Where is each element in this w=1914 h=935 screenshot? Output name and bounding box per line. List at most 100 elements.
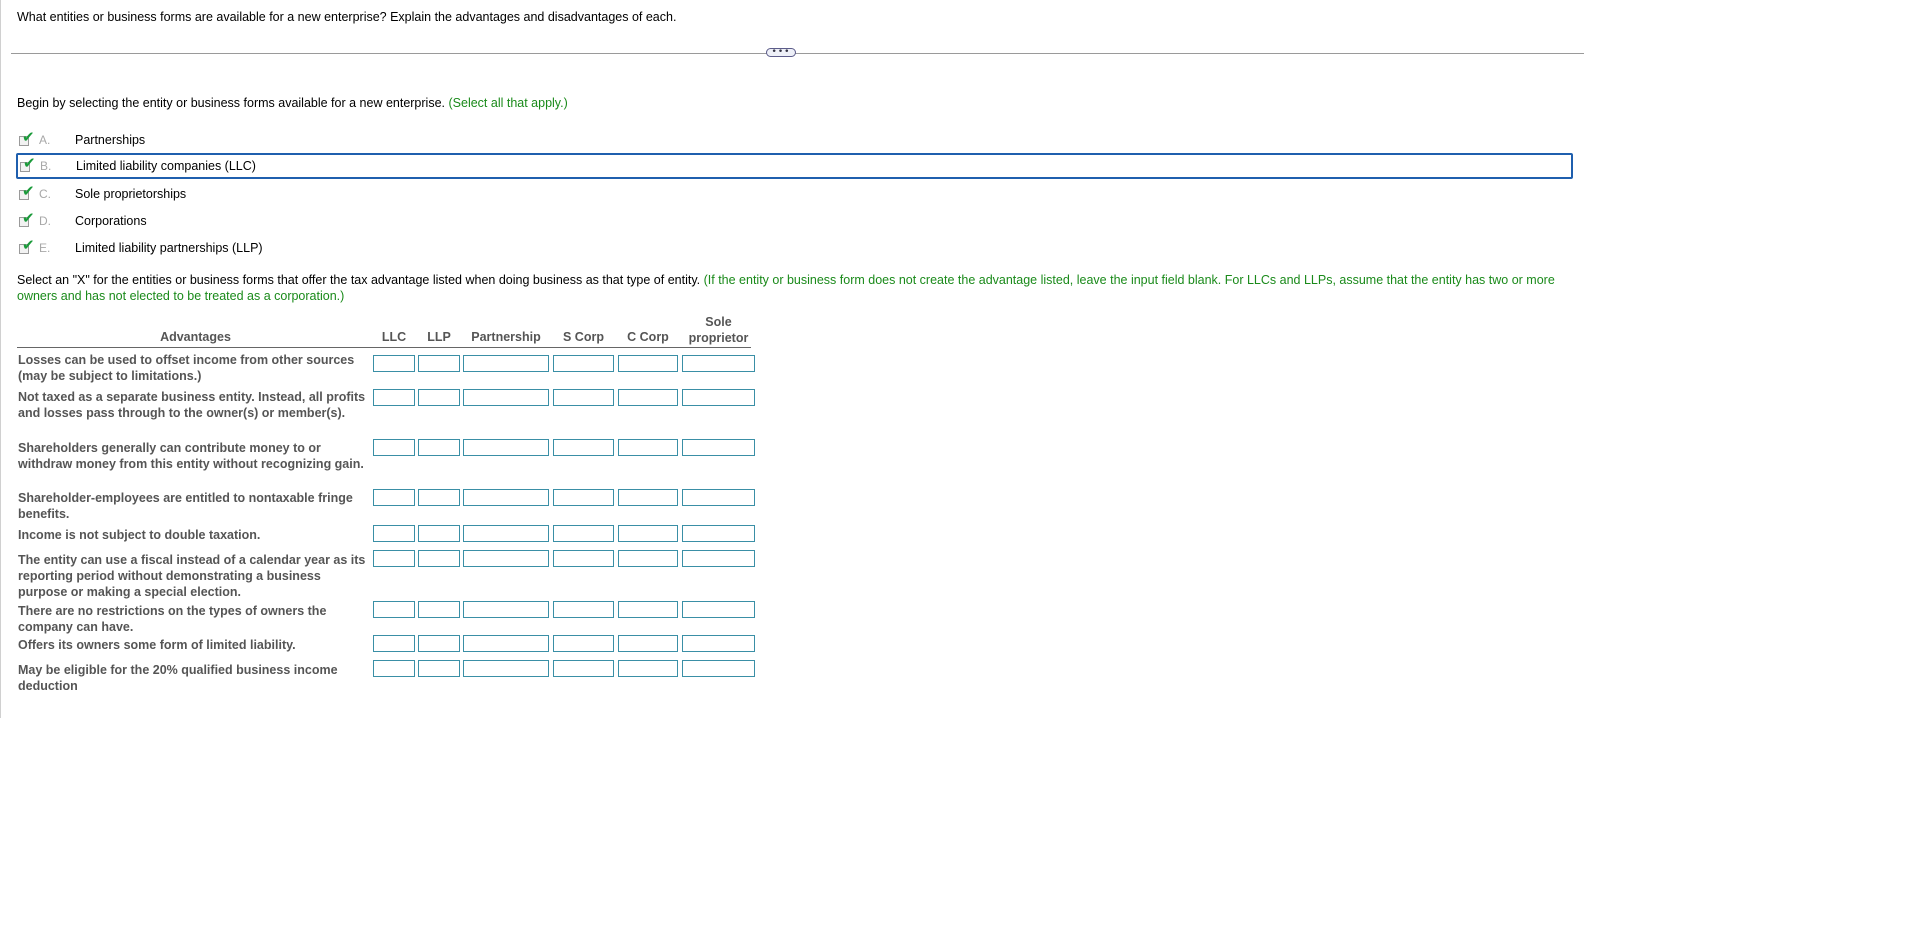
choice-label: Sole proprietorships [75, 187, 187, 201]
checkbox[interactable]: ✔ [19, 183, 35, 201]
choice-letter: B. [40, 159, 52, 173]
checkbox[interactable]: ✔ [19, 129, 35, 147]
checkmark-icon: ✔ [22, 235, 35, 254]
input-cell-s-corp[interactable] [553, 439, 614, 456]
pane-divider [11, 53, 1584, 54]
input-cell-sole-proprietor[interactable] [682, 489, 755, 506]
input-cell-c-corp[interactable] [618, 635, 678, 652]
input-cell-llc[interactable] [373, 389, 415, 406]
header-advantages: Advantages [160, 330, 231, 344]
advantage-label: There are no restrictions on the types o… [18, 604, 327, 634]
input-cell-partnership[interactable] [463, 389, 549, 406]
input-cell-llc[interactable] [373, 550, 415, 567]
instruction-select-entities: Begin by selecting the entity or busines… [17, 96, 568, 110]
advantage-label: Shareholders generally can contribute mo… [18, 441, 364, 471]
input-cell-llc[interactable] [373, 355, 415, 372]
input-cell-llc[interactable] [373, 601, 415, 618]
input-cell-llp[interactable] [418, 525, 460, 542]
input-cell-s-corp[interactable] [553, 355, 614, 372]
input-cell-s-corp[interactable] [553, 601, 614, 618]
input-cell-partnership[interactable] [463, 439, 549, 456]
column-header-s-corp: S Corp [563, 330, 604, 344]
input-cell-llp[interactable] [418, 635, 460, 652]
advantage-label: The entity can use a fiscal instead of a… [18, 553, 366, 599]
input-cell-c-corp[interactable] [618, 525, 678, 542]
column-header-llp: LLP [427, 330, 451, 344]
advantage-label: Losses can be used to offset income from… [18, 353, 355, 383]
input-cell-llp[interactable] [418, 489, 460, 506]
choice-e[interactable]: ✔ E. Limited liability partnerships (LLP) [17, 236, 1571, 260]
choice-a[interactable]: ✔ A. Partnerships [17, 128, 1571, 152]
input-cell-sole-proprietor[interactable] [682, 601, 755, 618]
input-cell-s-corp[interactable] [553, 635, 614, 652]
input-cell-sole-proprietor[interactable] [682, 550, 755, 567]
choice-b[interactable]: ✔ B. Limited liability companies (LLC) [16, 153, 1573, 179]
choice-letter: A. [39, 133, 51, 147]
choice-d[interactable]: ✔ D. Corporations [17, 209, 1571, 233]
input-cell-sole-proprietor[interactable] [682, 439, 755, 456]
choice-label: Corporations [75, 214, 147, 228]
input-cell-llp[interactable] [418, 389, 460, 406]
advantage-label: Shareholder-employees are entitled to no… [18, 491, 353, 521]
checkbox[interactable]: ✔ [19, 237, 35, 255]
divider-handle[interactable]: ••• [766, 48, 796, 57]
input-cell-c-corp[interactable] [618, 355, 678, 372]
header-rule [17, 347, 751, 348]
input-cell-partnership[interactable] [463, 550, 549, 567]
advantage-label: Offers its owners some form of limited l… [18, 638, 296, 652]
input-cell-llp[interactable] [418, 601, 460, 618]
choice-letter: D. [39, 214, 51, 228]
advantage-label: May be eligible for the 20% qualified bu… [18, 663, 338, 693]
checkbox[interactable]: ✔ [20, 155, 36, 173]
input-cell-c-corp[interactable] [618, 601, 678, 618]
input-cell-llc[interactable] [373, 489, 415, 506]
input-cell-s-corp[interactable] [553, 489, 614, 506]
input-cell-llp[interactable] [418, 550, 460, 567]
input-cell-sole-proprietor[interactable] [682, 635, 755, 652]
column-header-sole-proprietor: Sole proprietor [688, 315, 749, 345]
input-cell-partnership[interactable] [463, 525, 549, 542]
input-cell-c-corp[interactable] [618, 660, 678, 677]
input-cell-sole-proprietor[interactable] [682, 660, 755, 677]
instruction-tax-advantages: Select an "X" for the entities or busine… [17, 272, 1557, 304]
input-cell-c-corp[interactable] [618, 439, 678, 456]
input-cell-partnership[interactable] [463, 635, 549, 652]
input-cell-llc[interactable] [373, 525, 415, 542]
checkmark-icon: ✔ [22, 127, 35, 146]
input-cell-partnership[interactable] [463, 355, 549, 372]
choice-label: Limited liability companies (LLC) [76, 159, 256, 173]
input-cell-c-corp[interactable] [618, 550, 678, 567]
input-cell-llc[interactable] [373, 439, 415, 456]
input-cell-sole-proprietor[interactable] [682, 525, 755, 542]
choice-c[interactable]: ✔ C. Sole proprietorships [17, 182, 1571, 206]
input-cell-sole-proprietor[interactable] [682, 389, 755, 406]
input-cell-s-corp[interactable] [553, 525, 614, 542]
column-header-partnership: Partnership [471, 330, 541, 344]
choice-letter: C. [39, 187, 51, 201]
input-cell-s-corp[interactable] [553, 550, 614, 567]
advantage-label: Income is not subject to double taxation… [18, 528, 261, 542]
instruction-hint: (Select all that apply.) [448, 96, 568, 110]
checkmark-icon: ✔ [23, 153, 36, 172]
input-cell-llc[interactable] [373, 635, 415, 652]
column-header-llc: LLC [381, 330, 407, 344]
instruction2-text: Select an "X" for the entities or busine… [17, 273, 701, 287]
checkmark-icon: ✔ [22, 208, 35, 227]
input-cell-llp[interactable] [418, 439, 460, 456]
input-cell-llp[interactable] [418, 355, 460, 372]
input-cell-c-corp[interactable] [618, 389, 678, 406]
instruction-text: Begin by selecting the entity or busines… [17, 96, 446, 110]
choice-letter: E. [39, 241, 51, 255]
input-cell-partnership[interactable] [463, 660, 549, 677]
input-cell-sole-proprietor[interactable] [682, 355, 755, 372]
input-cell-llc[interactable] [373, 660, 415, 677]
column-header-c-corp: C Corp [627, 330, 669, 344]
input-cell-llp[interactable] [418, 660, 460, 677]
checkbox[interactable]: ✔ [19, 210, 35, 228]
choice-label: Partnerships [75, 133, 146, 147]
input-cell-s-corp[interactable] [553, 660, 614, 677]
input-cell-c-corp[interactable] [618, 489, 678, 506]
input-cell-partnership[interactable] [463, 601, 549, 618]
input-cell-s-corp[interactable] [553, 389, 614, 406]
input-cell-partnership[interactable] [463, 489, 549, 506]
